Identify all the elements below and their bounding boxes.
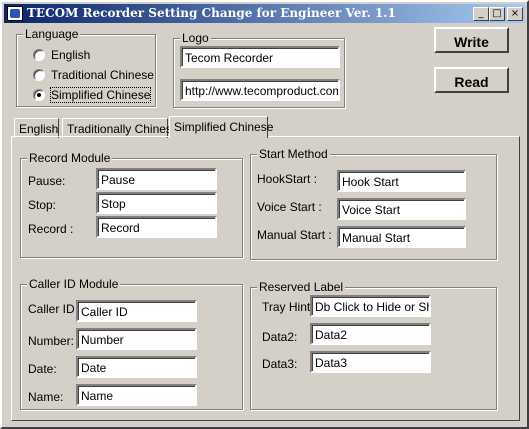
data2-field[interactable]: Data2 (310, 323, 431, 345)
main-window: TECOM Recorder Setting Change for Engine… (0, 0, 529, 429)
tab-panel: Record Module Pause: Pause Stop: Stop Re… (11, 136, 520, 421)
app-icon (7, 6, 23, 21)
language-legend: Language (23, 27, 81, 41)
radio-simplified-chinese-button[interactable] (33, 89, 45, 101)
window-title: TECOM Recorder Setting Change for Engine… (27, 6, 396, 20)
hook-start-label: HookStart : (257, 172, 318, 186)
tray-hint-label: Tray Hint : (262, 300, 317, 314)
record-label: Record : (28, 222, 74, 236)
date-field[interactable]: Date (76, 356, 197, 378)
voice-start-label: Voice Start : (257, 200, 322, 214)
tab-traditionally-chinese[interactable]: Traditionally Chinese (62, 118, 179, 138)
tab-simplified-chinese[interactable]: Simplified Chinese (169, 116, 273, 138)
radio-simplified-chinese-label: Simplified Chinese (49, 87, 152, 103)
caller-id-module-legend: Caller ID Module (27, 277, 121, 291)
stop-field[interactable]: Stop (96, 192, 217, 214)
manual-start-label: Manual Start : (257, 228, 332, 242)
radio-english-button[interactable] (33, 49, 45, 61)
radio-english-label: English (51, 48, 91, 62)
radio-traditional-chinese-label: Traditional Chinese (51, 68, 154, 82)
name-field[interactable]: Name (76, 384, 197, 406)
name-label: Name: (28, 390, 64, 404)
voice-start-field[interactable]: Voice Start (337, 198, 466, 220)
read-button-label: Read (454, 74, 489, 90)
stop-label: Stop: (28, 198, 57, 212)
data2-label: Data2: (262, 330, 298, 344)
pause-label: Pause: (28, 174, 66, 188)
close-button[interactable]: × (507, 7, 523, 21)
write-button-label: Write (454, 34, 489, 50)
logo-url-field[interactable]: http://www.tecomproduct.com.tw (180, 79, 340, 101)
reserved-label-legend: Reserved Label (257, 280, 346, 294)
radio-traditional-chinese-button[interactable] (33, 69, 45, 81)
date-label: Date: (28, 362, 57, 376)
number-field[interactable]: Number (76, 328, 197, 350)
hook-start-field[interactable]: Hook Start (337, 170, 466, 192)
read-button[interactable]: Read (434, 67, 509, 93)
start-method-legend: Start Method (257, 147, 330, 161)
data3-field[interactable]: Data3 (310, 351, 431, 373)
number-label: Number: (28, 334, 75, 348)
record-module-legend: Record Module (27, 151, 113, 165)
language-group: Language English Traditional Chinese Sim… (16, 27, 156, 107)
record-field[interactable]: Record (96, 216, 217, 238)
manual-start-field[interactable]: Manual Start (337, 226, 466, 248)
data3-label: Data3: (262, 357, 298, 371)
title-bar[interactable]: TECOM Recorder Setting Change for Engine… (4, 4, 525, 23)
pause-field[interactable]: Pause (96, 168, 217, 190)
minimize-button[interactable]: _ (473, 7, 489, 21)
tray-hint-field[interactable]: Db Click to Hide or Show (310, 295, 431, 317)
caller-id-label: Caller ID : (28, 302, 82, 316)
caller-id-field[interactable]: Caller ID (76, 300, 197, 322)
logo-name-field[interactable]: Tecom Recorder (180, 46, 340, 68)
tab-english[interactable]: English (14, 118, 59, 138)
logo-legend: Logo (180, 31, 211, 45)
maximize-button[interactable]: □ (489, 7, 505, 21)
write-button[interactable]: Write (434, 27, 509, 53)
